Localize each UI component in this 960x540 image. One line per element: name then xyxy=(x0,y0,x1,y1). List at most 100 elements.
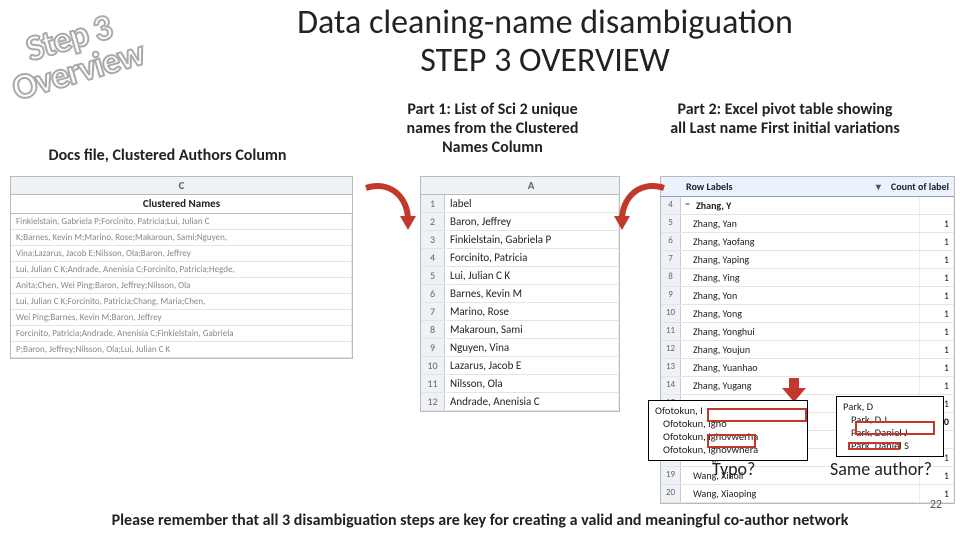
table-row: 7Zhang, Yaping1 xyxy=(661,251,954,269)
pivot-label: Zhang, Yaping xyxy=(681,251,920,268)
cell: Anita;Chen, Wei Ping;Baron, Jeffrey;Nils… xyxy=(11,278,352,293)
table-row: 13Zhang, Yuanhao1 xyxy=(661,359,954,377)
row-number: 13 xyxy=(661,359,681,376)
table-row: 10Zhang, Yong1 xyxy=(661,305,954,323)
stamp: Step 3 Overview xyxy=(0,3,148,106)
table-row: 7Marino, Rose xyxy=(421,303,619,321)
pivot-label: Zhang, Yaofang xyxy=(681,233,920,250)
row-number: 7 xyxy=(661,251,681,268)
row-number: 8 xyxy=(421,321,445,338)
cell: Forcinito, Patricia;Andrade, Anenisia C;… xyxy=(11,326,352,341)
col-letter: A xyxy=(443,177,619,194)
typo-label: Typo? xyxy=(712,458,755,480)
row-number: 3 xyxy=(421,231,445,248)
cell: Lui, Julian C K;Andrade, Anenisia C;Forc… xyxy=(11,262,352,277)
row-number: 12 xyxy=(661,341,681,358)
pivot-count: 1 xyxy=(920,341,954,358)
cell: Barnes, Kevin M xyxy=(445,285,619,302)
pivot-label: Zhang, Ying xyxy=(681,269,920,286)
pivot-count xyxy=(920,197,954,214)
pivot-label: Zhang, Y xyxy=(694,197,920,214)
park-box: Park, D Park, D J Park, Daniel J Park, D… xyxy=(836,396,944,457)
table-row: 2Baron, Jeffrey xyxy=(421,213,619,231)
collapse-icon: − xyxy=(681,197,694,214)
pivot-count: 1 xyxy=(920,215,954,232)
unique-names-table: A 1label2Baron, Jeffrey3Finkielstain, Ga… xyxy=(420,176,620,412)
pivot-count: 1 xyxy=(920,233,954,250)
row-number: 14 xyxy=(661,377,681,394)
pivot-label: Wang, Xiaoping xyxy=(681,485,920,502)
cell: Vina;Lazarus, Jacob E;Nilsson, Ola;Baron… xyxy=(11,246,352,261)
cell: Nilsson, Ola xyxy=(445,375,619,392)
slide-title-2: STEP 3 OVERVIEW xyxy=(170,40,920,81)
cell: Nguyen, Vina xyxy=(445,339,619,356)
pivot-label: Zhang, Yonghui xyxy=(681,323,920,340)
row-number: 11 xyxy=(421,375,445,392)
arrow-curve-left xyxy=(356,180,416,230)
table-row: 12Zhang, Youjun1 xyxy=(661,341,954,359)
ofo-1: Ofotokun, Igho xyxy=(655,417,801,430)
pivot-label: Zhang, Yong xyxy=(681,305,920,322)
park-1: Park, D J xyxy=(843,413,937,426)
cell: Baron, Jeffrey xyxy=(445,213,619,230)
row-number: 11 xyxy=(661,323,681,340)
cell: P;Baron, Jeffrey;Nilsson, Ola;Lui, Julia… xyxy=(11,342,352,357)
cell: Lui, Julian C K;Forcinito, Patricia;Chan… xyxy=(11,294,352,309)
cell: Lui, Julian C K xyxy=(445,267,619,284)
pivot-count: 1 xyxy=(920,377,954,394)
ofo-3: Ofotokun, Ighovwhera xyxy=(655,443,801,456)
table-row: 11Zhang, Yonghui1 xyxy=(661,323,954,341)
table-row: Forcinito, Patricia;Andrade, Anenisia C;… xyxy=(11,326,352,342)
cell: K;Barnes, Kevin M;Marino, Rose;Makaroun,… xyxy=(11,230,352,245)
table-row: 4Forcinito, Patricia xyxy=(421,249,619,267)
clustered-names-header: Clustered Names xyxy=(11,195,352,214)
ofo-0: Ofotokun, I xyxy=(655,404,801,417)
caption-mid: Part 1: List of Sci 2 unique names from … xyxy=(385,100,600,158)
row-number: 9 xyxy=(661,287,681,304)
cell: Marino, Rose xyxy=(445,303,619,320)
row-number: 1 xyxy=(421,195,445,212)
cell: Finkielstain, Gabriela P xyxy=(445,231,619,248)
table-row: 9Nguyen, Vina xyxy=(421,339,619,357)
row-number: 10 xyxy=(661,305,681,322)
arrow-curve-right xyxy=(614,180,674,230)
row-number: 5 xyxy=(421,267,445,284)
table-row: 6Zhang, Yaofang1 xyxy=(661,233,954,251)
row-number: 4 xyxy=(421,249,445,266)
row-number: 2 xyxy=(421,213,445,230)
park-3: Park, Daniel S xyxy=(843,439,937,452)
pivot-label: Zhang, Yon xyxy=(681,287,920,304)
cell: Lazarus, Jacob E xyxy=(445,357,619,374)
cell: Wei Ping;Barnes, Kevin M;Baron, Jeffrey xyxy=(11,310,352,325)
table-row: 5Zhang, Yan1 xyxy=(661,215,954,233)
table-row: 12Andrade, Anenisia C xyxy=(421,393,619,411)
table-row: 1label xyxy=(421,195,619,213)
row-number: 12 xyxy=(421,393,445,410)
pivot-count: 1 xyxy=(920,359,954,376)
table-row: 5Lui, Julian C K xyxy=(421,267,619,285)
page-number: 22 xyxy=(930,498,942,512)
pivot-count: 1 xyxy=(920,323,954,340)
row-number: 19 xyxy=(661,467,681,484)
pivot-rowlabels: Row Labels xyxy=(681,177,871,196)
table-row: P;Baron, Jeffrey;Nilsson, Ola;Lui, Julia… xyxy=(11,342,352,358)
cell: Forcinito, Patricia xyxy=(445,249,619,266)
table-row: Finkielstain, Gabriela P;Forcinito, Patr… xyxy=(11,214,352,230)
pivot-count: 1 xyxy=(920,305,954,322)
table-row: Lui, Julian C K;Andrade, Anenisia C;Forc… xyxy=(11,262,352,278)
cell: Finkielstain, Gabriela P;Forcinito, Patr… xyxy=(11,214,352,229)
arrow-down xyxy=(780,378,808,402)
ofo-2: Ofotokun, Ighovwerha xyxy=(655,430,801,443)
row-number: 20 xyxy=(661,485,681,502)
cell: Makaroun, Sami xyxy=(445,321,619,338)
table-row: 10Lazarus, Jacob E xyxy=(421,357,619,375)
table-row: Anita;Chen, Wei Ping;Baron, Jeffrey;Nils… xyxy=(11,278,352,294)
table-row: K;Barnes, Kevin M;Marino, Rose;Makaroun,… xyxy=(11,230,352,246)
ofotokun-box: Ofotokun, I Ofotokun, Igho Ofotokun, Igh… xyxy=(648,400,808,461)
same-author-label: Same author? xyxy=(830,458,932,480)
pivot-count: 1 xyxy=(920,287,954,304)
clustered-names-table: C Clustered Names Finkielstain, Gabriela… xyxy=(10,176,353,359)
table-row: 11Nilsson, Ola xyxy=(421,375,619,393)
table-row: Wei Ping;Barnes, Kevin M;Baron, Jeffrey xyxy=(11,310,352,326)
pivot-count: 1 xyxy=(920,269,954,286)
